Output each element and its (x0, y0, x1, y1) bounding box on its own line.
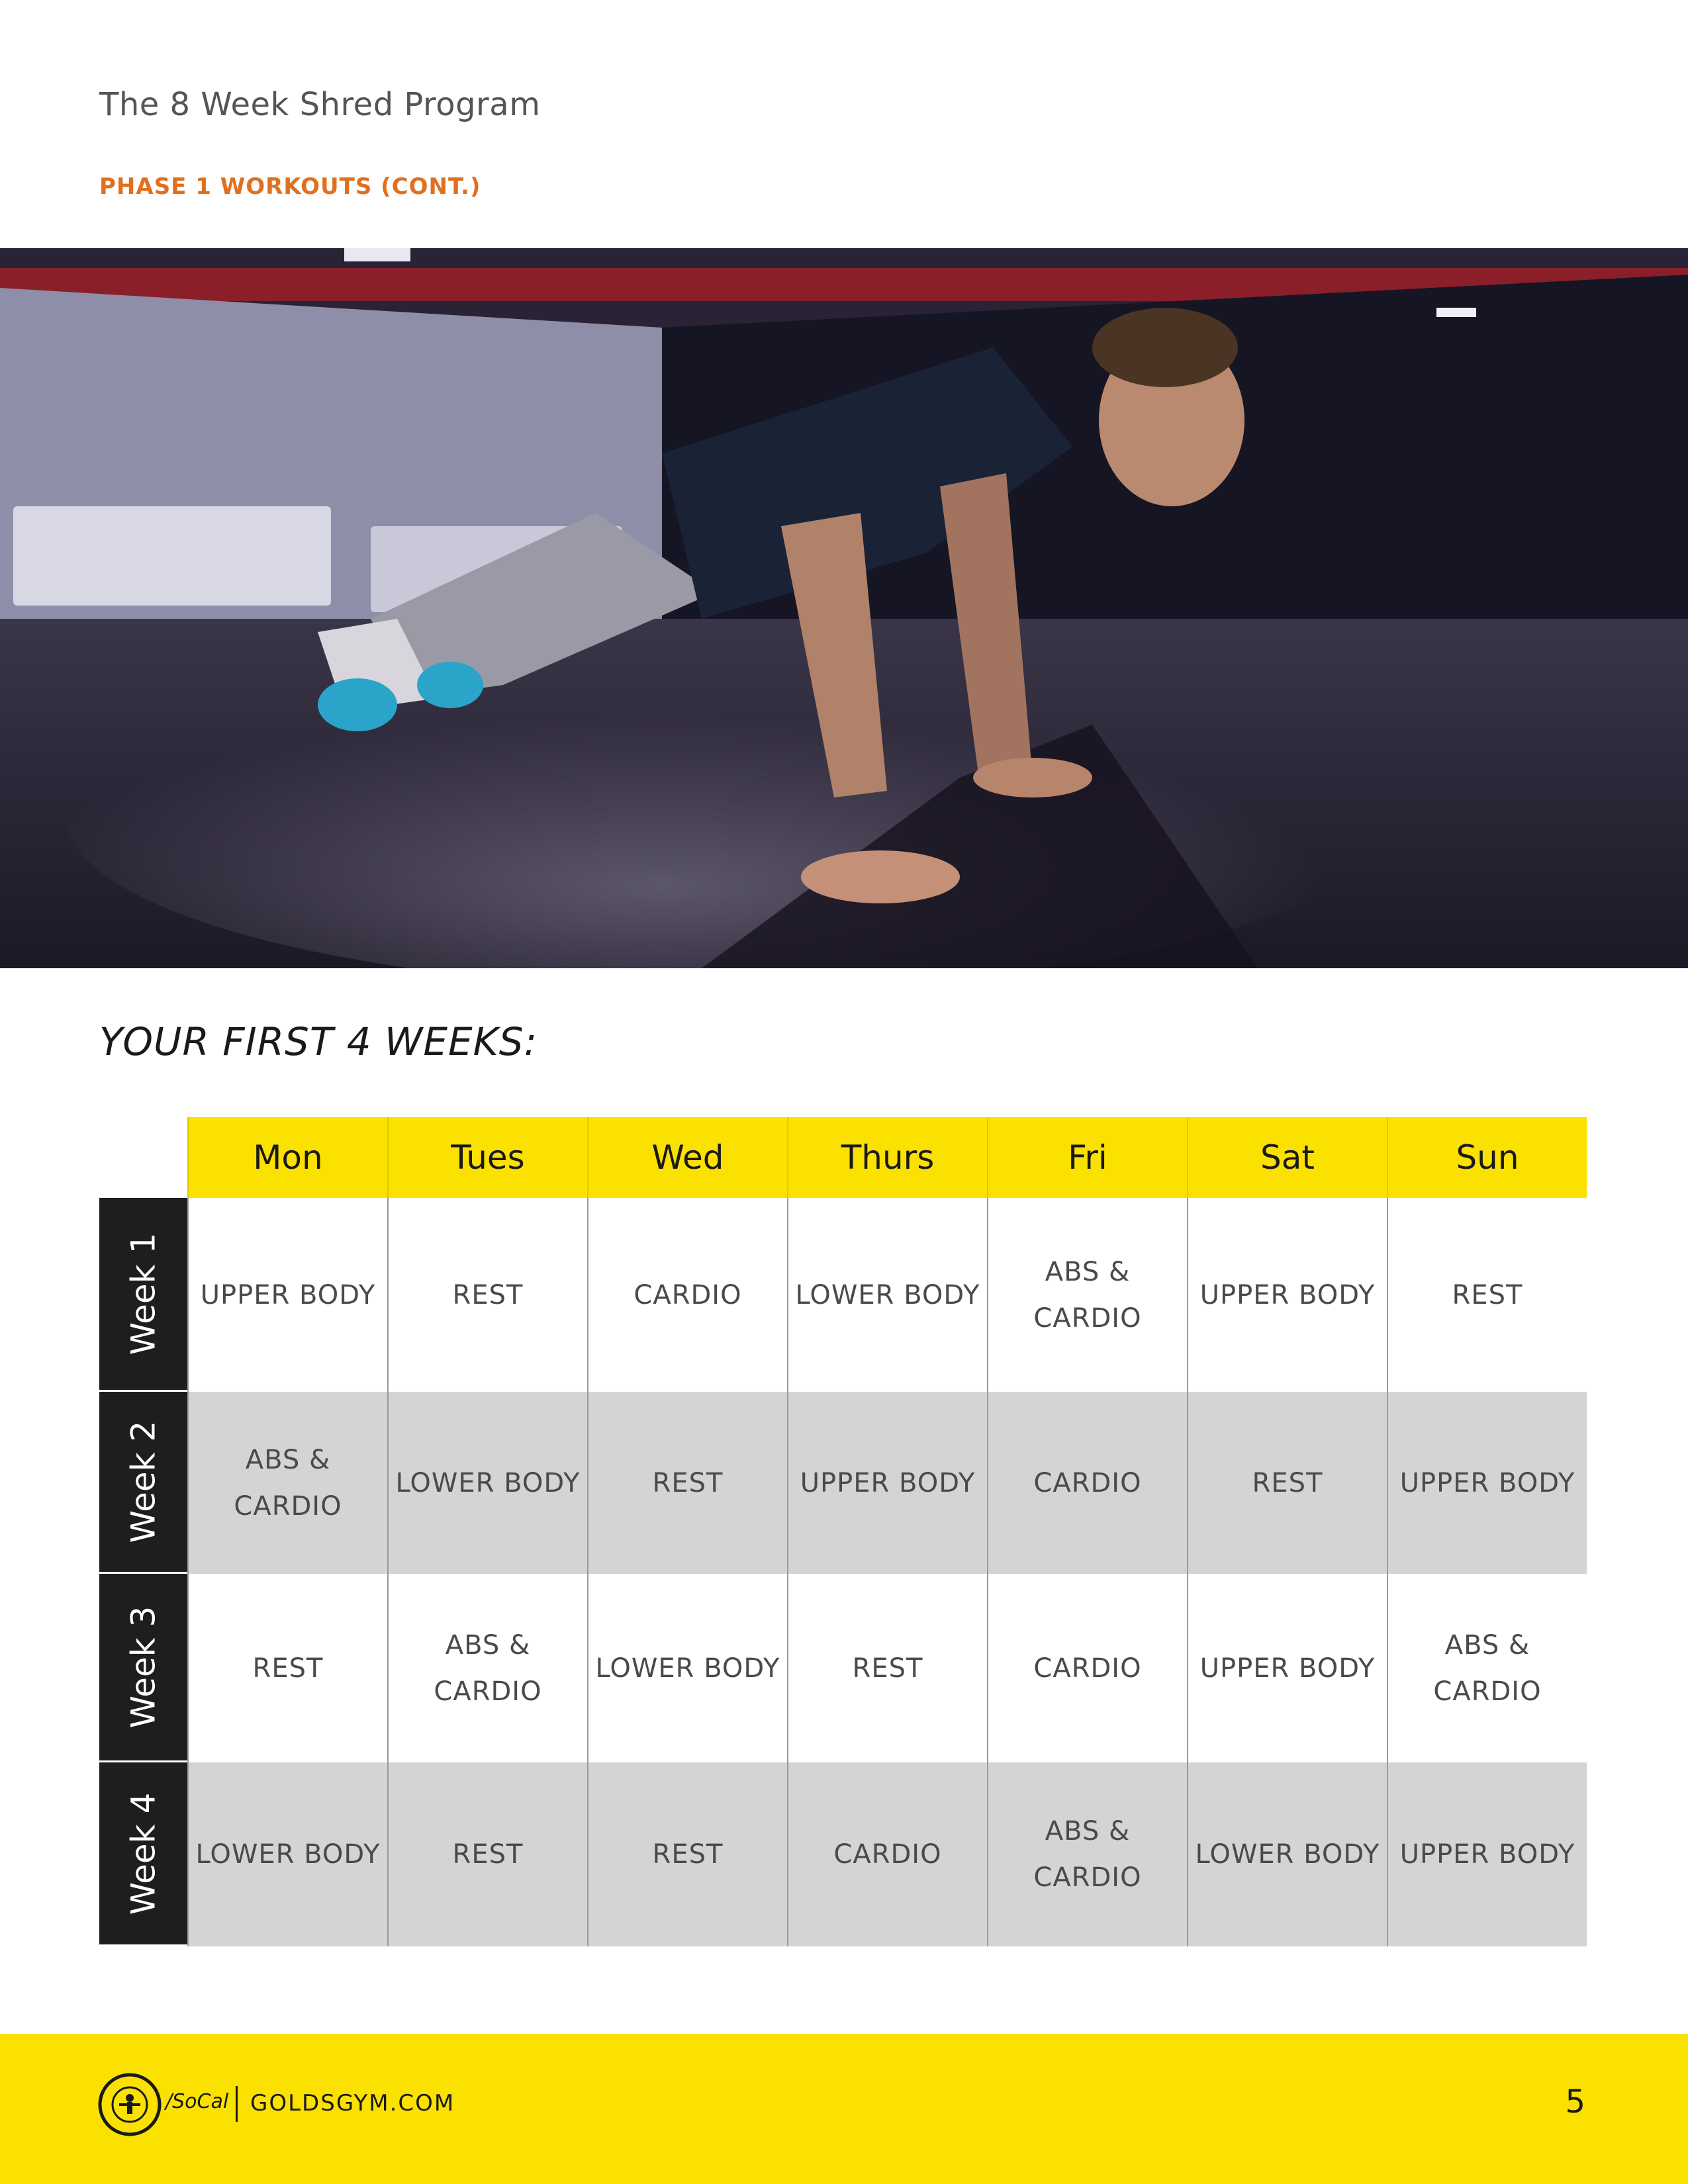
schedule-cell: REST (187, 1574, 387, 1762)
schedule-heading: YOUR FIRST 4 WEEKS: (99, 1019, 538, 1064)
schedule-cell: REST (587, 1762, 787, 1946)
schedule-cell: LOWER BODY (1187, 1762, 1387, 1946)
schedule-cell: REST (1387, 1198, 1587, 1392)
schedule-cell: ABS & CARDIO (987, 1198, 1187, 1392)
schedule-cell: ABS & CARDIO (187, 1392, 387, 1574)
schedule-cell: LOWER BODY (587, 1574, 787, 1762)
week-label-text: Week 3 (124, 1606, 163, 1729)
footer-divider (236, 2086, 238, 2122)
schedule-cell: LOWER BODY (787, 1198, 987, 1392)
schedule-cell: UPPER BODY (187, 1198, 387, 1392)
day-header-tues: Tues (387, 1117, 587, 1198)
schedule-cell: REST (387, 1762, 587, 1946)
schedule-cell: LOWER BODY (187, 1762, 387, 1946)
schedule-cell: REST (587, 1392, 787, 1574)
schedule-cell: CARDIO (587, 1198, 787, 1392)
week-label-4: Week 4 (99, 1762, 187, 1946)
day-header-fri: Fri (987, 1117, 1187, 1198)
golds-gym-logo-icon (98, 2073, 162, 2136)
week-label-text: Week 1 (124, 1232, 163, 1355)
document-title: The 8 Week Shred Program (99, 86, 541, 123)
schedule-cell: REST (787, 1574, 987, 1762)
schedule-cell: UPPER BODY (1187, 1574, 1387, 1762)
schedule-cell: ABS & CARDIO (1387, 1574, 1587, 1762)
day-header-wed: Wed (587, 1117, 787, 1198)
section-label: PHASE 1 WORKOUTS (CONT.) (99, 173, 481, 200)
schedule-cell: UPPER BODY (1387, 1762, 1587, 1946)
schedule-cell: CARDIO (987, 1392, 1187, 1574)
week-label-2: Week 2 (99, 1392, 187, 1574)
hero-photo (0, 248, 1688, 968)
schedule-cell: ABS & CARDIO (387, 1574, 587, 1762)
week-label-text: Week 4 (124, 1792, 163, 1915)
table-corner (99, 1117, 187, 1198)
schedule-cell: CARDIO (787, 1762, 987, 1946)
schedule-cell: REST (387, 1198, 587, 1392)
page-number: 5 (1565, 2083, 1585, 2120)
week-label-text: Week 2 (124, 1420, 163, 1543)
week-label-1: Week 1 (99, 1198, 187, 1392)
logo-suffix: /SoCal (165, 2090, 229, 2113)
schedule-cell: ABS & CARDIO (987, 1762, 1187, 1946)
schedule-cell: UPPER BODY (1387, 1392, 1587, 1574)
day-header-thurs: Thurs (787, 1117, 987, 1198)
day-header-mon: Mon (187, 1117, 387, 1198)
website-link[interactable]: GOLDSGYM.COM (250, 2090, 455, 2116)
week-label-3: Week 3 (99, 1574, 187, 1762)
schedule-cell: UPPER BODY (787, 1392, 987, 1574)
workout-schedule-table: Mon Tues Wed Thurs Fri Sat Sun Week 1 UP… (99, 1117, 1587, 1946)
day-header-sun: Sun (1387, 1117, 1587, 1198)
schedule-cell: REST (1187, 1392, 1387, 1574)
schedule-cell: UPPER BODY (1187, 1198, 1387, 1392)
day-header-sat: Sat (1187, 1117, 1387, 1198)
schedule-cell: CARDIO (987, 1574, 1187, 1762)
schedule-cell: LOWER BODY (387, 1392, 587, 1574)
